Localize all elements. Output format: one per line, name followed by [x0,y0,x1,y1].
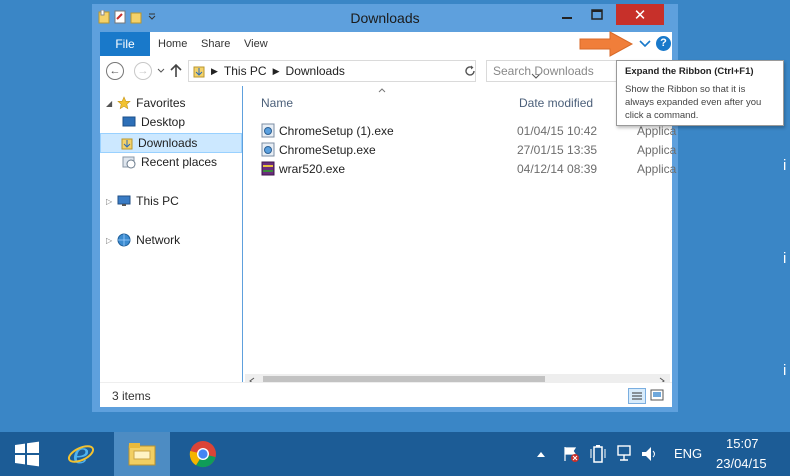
file-date: 27/01/15 13:35 [517,143,598,157]
tooltip-title: Expand the Ribbon (Ctrl+F1) [625,66,754,77]
volume-icon[interactable] [640,444,660,464]
sidebar-item-this-pc[interactable]: ▷ This PC [106,194,179,208]
navigation-pane: ◢ Favorites Desktop Downloads Recent pla… [100,86,242,382]
downloads-folder-icon [121,138,133,150]
sidebar-item-label: Downloads [138,136,198,150]
file-explorer-icon [128,443,156,466]
setup-exe-icon [261,142,275,157]
maximize-button[interactable] [584,4,610,25]
sidebar-item-favorites[interactable]: ◢ Favorites [106,96,186,110]
sidebar-item-network[interactable]: ▷ Network [106,233,180,247]
sidebar-item-label: Desktop [141,115,186,129]
file-date: 04/12/14 08:39 [517,162,598,176]
collapsed-caret-icon[interactable]: ▷ [106,236,112,245]
taskbar-file-explorer[interactable] [114,432,170,476]
minimize-button[interactable] [554,4,580,25]
chevron-down-icon [639,40,651,48]
network-icon [117,233,131,247]
winrar-icon [261,161,275,176]
title-bar[interactable]: Downloads ✕ [92,4,678,32]
downloads-folder-icon [193,66,205,78]
start-button[interactable] [0,432,54,476]
windows-logo-icon [15,441,39,467]
sidebar-item-label: Recent places [141,155,218,169]
expand-ribbon-button[interactable] [636,35,654,53]
arrow-left-icon: ← [109,65,121,77]
file-type: Applica [637,143,677,157]
close-icon: ✕ [633,6,647,24]
close-button[interactable]: ✕ [616,4,664,25]
tab-share[interactable]: Share [201,38,230,50]
breadcrumb-downloads[interactable]: Downloads [286,64,345,78]
search-input[interactable]: Search Downloads [486,60,626,82]
setup-exe-icon [261,123,275,138]
back-button[interactable]: ← [106,62,124,80]
expanded-caret-icon[interactable]: ◢ [106,99,112,108]
recent-locations-chevron-icon[interactable] [157,68,165,74]
file-list: Name Date modified ChromeSetup (1).exe 0… [243,86,676,388]
breadcrumb-separator-icon: ▶ [211,65,218,76]
tab-file[interactable]: File [100,32,150,56]
chrome-icon [189,441,216,468]
sidebar-item-label: Network [136,233,181,247]
input-language-indicator[interactable]: ENG [674,446,702,461]
minimize-icon [562,16,572,19]
maximize-icon [591,8,603,20]
forward-button[interactable]: → [134,62,152,80]
table-row[interactable]: wrar520.exe 04/12/14 08:39 Applica [261,160,681,178]
desktop-icon [122,116,136,127]
show-hidden-icons-icon[interactable] [536,450,546,458]
computer-icon [117,195,131,206]
tab-home[interactable]: Home [158,38,187,50]
network-status-icon[interactable] [616,444,634,464]
taskbar-chrome[interactable] [176,432,230,476]
battery-icon[interactable] [590,444,606,464]
svg-text:e: e [73,439,90,469]
status-bar: 3 items [100,382,672,407]
ribbon-tooltip: Expand the Ribbon (Ctrl+F1) Show the Rib… [616,60,784,126]
sidebar-item-label: Favorites [136,96,186,110]
column-header-name[interactable]: Name [261,96,293,110]
file-type: Applica [637,162,677,176]
file-name: ChromeSetup.exe [279,143,376,157]
internet-explorer-icon: e [67,439,95,469]
file-name: ChromeSetup (1).exe [279,124,394,138]
taskbar: e ENG 15:07 23/04/15 [0,432,790,476]
details-view-icon[interactable] [628,388,646,404]
table-row[interactable]: ChromeSetup.exe 27/01/15 13:35 Applica [261,141,681,159]
file-name: wrar520.exe [279,162,346,176]
breadcrumb-this-pc[interactable]: This PC [224,64,267,78]
refresh-icon[interactable] [464,65,476,77]
sidebar-item-downloads[interactable]: Downloads [100,133,242,153]
sort-ascending-icon [378,88,386,93]
column-header-date-modified[interactable]: Date modified [519,96,593,110]
collapsed-caret-icon[interactable]: ▷ [106,197,112,206]
star-icon [117,96,131,110]
taskbar-internet-explorer[interactable]: e [54,432,108,476]
large-icons-view-icon[interactable] [650,389,664,401]
item-count: 3 items [112,389,151,403]
explorer-window: Downloads ✕ File Home Share View ? ← → ▶… [92,4,678,412]
desktop-edge-text: i [783,157,787,174]
breadcrumb-separator-icon: ▶ [272,65,280,76]
recent-places-icon [122,156,136,169]
help-button[interactable]: ? [656,36,671,51]
sidebar-item-label: This PC [136,194,179,208]
address-field[interactable]: ▶ This PC ▶ Downloads [188,60,541,82]
sidebar-item-recent-places[interactable]: Recent places [122,155,217,169]
clock-date[interactable]: 23/04/15 [716,456,767,471]
file-date: 01/04/15 10:42 [517,124,598,138]
desktop-edge-text: i [783,250,787,267]
desktop-edge-text: i [783,362,787,379]
tooltip-body: Show the Ribbon so that it is always exp… [625,84,762,121]
sidebar-item-desktop[interactable]: Desktop [122,115,185,129]
arrow-pointer-icon [579,31,634,57]
up-arrow-icon[interactable] [170,63,182,79]
file-type: Applica [637,124,677,138]
arrow-right-icon: → [137,65,149,77]
action-center-flag-icon[interactable] [562,445,580,463]
tab-view[interactable]: View [244,38,268,50]
clock-time[interactable]: 15:07 [726,436,759,451]
address-toolbar: ← → ▶ This PC ▶ Downloads Search Downloa… [100,56,672,86]
